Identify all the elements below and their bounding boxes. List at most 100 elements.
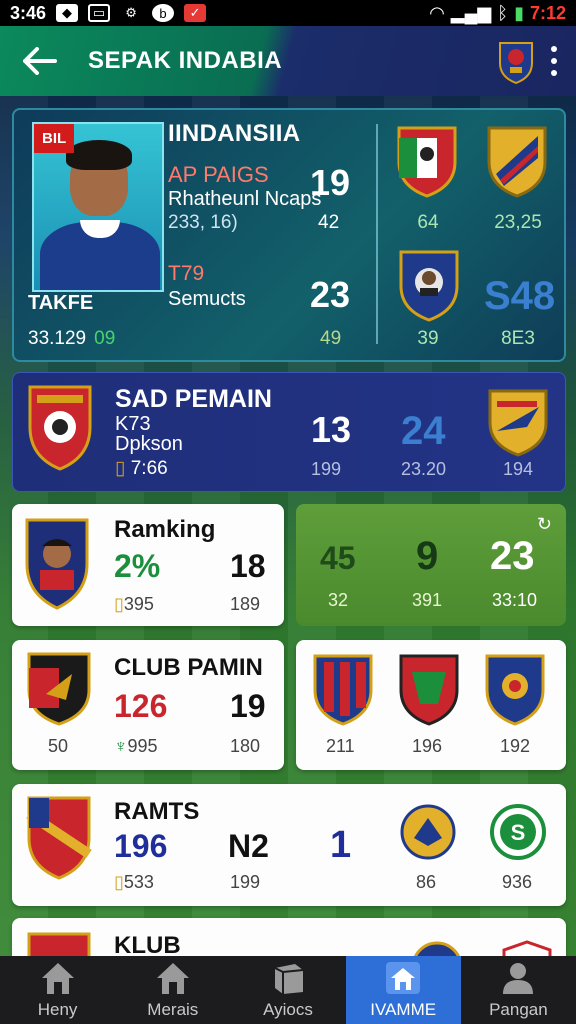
ranking-pct: 2% <box>114 548 161 584</box>
crest-value: 196 <box>412 736 443 756</box>
club-value: 23,25 <box>494 212 542 233</box>
home-icon <box>41 963 74 994</box>
nav-item-merais[interactable]: Merais <box>115 956 230 1024</box>
club-crest-icon <box>27 383 92 471</box>
player-number-green: 09 <box>94 328 116 349</box>
club-crests-card[interactable]: 211 196 192 <box>296 640 566 770</box>
stat1-sub: Rhatheunl Ncaps <box>168 188 322 210</box>
club-crest-icon <box>487 387 549 461</box>
team-title: SAD PEMAIN <box>115 385 272 413</box>
club-crest-icon[interactable] <box>484 652 546 726</box>
coin-icon: ▯ <box>114 594 124 614</box>
nav-label: Merais <box>147 1000 199 1019</box>
nav-item-pangan[interactable]: Pangan <box>461 956 576 1024</box>
pitch-stats-card[interactable]: 45 9 23 32 391 33:10 ↻ <box>296 504 566 626</box>
gallery-icon: ▭ <box>88 4 111 22</box>
stat2-label: T79 <box>168 262 205 285</box>
team-line3: ▯ 7:66 <box>115 458 168 479</box>
club-crest-icon[interactable] <box>398 652 460 726</box>
player-badge: BIL <box>34 124 75 153</box>
stat1-value: 19 <box>310 162 351 203</box>
pitch-v3: 23 <box>490 534 535 578</box>
sync-icon[interactable]: ↻ <box>537 514 552 535</box>
club-big-value: S48 <box>484 274 556 318</box>
team-small3: 194 <box>503 459 534 479</box>
signal-icon: ▂▄▆ <box>450 2 492 23</box>
trophy-icon: ♆ <box>114 736 128 756</box>
settings-icon: ⚙ <box>125 5 137 20</box>
club-crest-icon[interactable] <box>396 124 458 198</box>
nav-label: IVAMME <box>370 1000 437 1019</box>
ramts-value: 86 <box>416 872 437 892</box>
club-value: 64 <box>417 212 439 233</box>
stat2-value: 23 <box>310 274 351 315</box>
crest-value: 211 <box>326 736 355 756</box>
nav-item-heny[interactable]: Heny <box>0 956 115 1024</box>
club-card[interactable]: CLUB PAMIN 126 19 50 ♆995 180 <box>12 640 284 770</box>
team-small1: 199 <box>311 459 342 479</box>
ramts-small2: 199 <box>230 872 261 892</box>
person-icon <box>503 963 534 994</box>
club-crest-icon[interactable] <box>398 248 460 322</box>
player-name: TAKFE <box>28 292 94 314</box>
page-title: SEPAK INDABIA <box>88 47 283 74</box>
ranking-card[interactable]: Ramking 2% 18 ▯395 189 <box>12 504 284 626</box>
nav-label: Heny <box>37 1000 78 1019</box>
team-big1: 13 <box>311 409 352 450</box>
club-crest-icon[interactable] <box>486 124 548 198</box>
club-big: 19 <box>230 688 266 724</box>
club-small1: 50 <box>48 736 69 756</box>
battery-time: 7:12 <box>529 2 566 23</box>
box-icon <box>274 964 304 994</box>
club-value: 39 <box>417 328 439 349</box>
stat1-small: 42 <box>318 212 340 233</box>
player-avatar <box>24 516 89 610</box>
notification-icon: ◆ <box>56 4 79 22</box>
club-crest-icon <box>26 650 91 726</box>
club-red-val: 126 <box>114 688 168 724</box>
ranking-big: 18 <box>230 548 266 584</box>
club-small2: ♆995 <box>114 736 158 756</box>
crest-value: 192 <box>500 736 531 756</box>
stat2-small: 49 <box>320 328 342 349</box>
back-arrow-icon[interactable] <box>10 26 70 96</box>
stat1-detail: 233, 16) <box>168 212 238 233</box>
nav-item-ivamme[interactable]: IVAMME <box>345 956 461 1024</box>
app-bar: SEPAK INDABIA <box>0 26 576 96</box>
nav-item-ayiocs[interactable]: Ayiocs <box>230 956 345 1024</box>
ranking-small1: ▯395 <box>114 594 154 614</box>
team-big2: 24 <box>401 409 446 453</box>
ranking-small2: 189 <box>230 594 261 614</box>
pitch-s1: 32 <box>328 590 349 610</box>
pitch-s2: 391 <box>412 590 443 610</box>
player-number: 33.129 09 <box>28 328 116 349</box>
wifi-icon: ◠ <box>429 2 445 23</box>
ramts-value: 936 <box>502 872 533 892</box>
home-icon <box>386 962 421 994</box>
club-title: CLUB PAMIN <box>114 654 263 681</box>
more-options-icon[interactable] <box>548 46 560 76</box>
club-crest-icon[interactable] <box>400 802 456 864</box>
team-small2: 23.20 <box>401 459 447 479</box>
stat1-label: AP PAIGS <box>168 162 269 187</box>
ramts-title: RAMTS <box>114 798 200 825</box>
player-country: IINDANSIIA <box>168 120 301 147</box>
bottom-navigation: Heny Merais Ayiocs IVAMME Pangan <box>0 956 576 1024</box>
ramts-small1: ▯533 <box>114 872 154 892</box>
club-crest-icon[interactable]: S <box>490 802 546 864</box>
home-icon <box>156 963 189 994</box>
club-value: 8E3 <box>501 328 535 349</box>
club-crest-icon[interactable] <box>312 652 374 726</box>
ramts-card[interactable]: RAMTS 196 N2 ▯533 199 1 S 86 936 <box>12 784 566 906</box>
club-crest-icon <box>26 794 92 880</box>
check-icon: ✓ <box>184 4 207 22</box>
team-card[interactable]: SAD PEMAIN K73 Dpkson ▯ 7:66 13 24 199 2… <box>12 372 566 492</box>
battery-icon: ▮ <box>514 2 524 23</box>
svg-text:S: S <box>511 820 526 845</box>
divider <box>376 124 378 344</box>
pitch-s3: 33:10 <box>492 590 538 610</box>
team-line2: Dpkson <box>115 433 183 455</box>
nav-label: Ayiocs <box>263 1000 313 1019</box>
nav-label: Pangan <box>489 1000 548 1019</box>
player-photo: BIL <box>32 122 164 292</box>
